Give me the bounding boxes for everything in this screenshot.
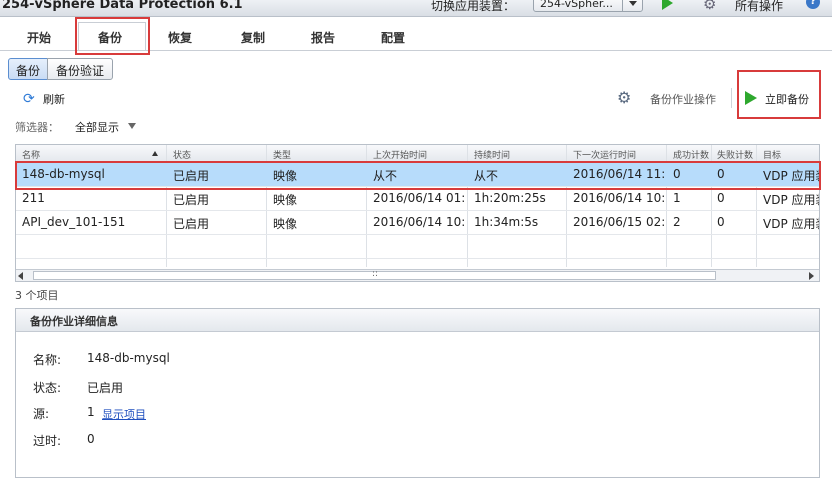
cell-last-start: 2016/06/14 10:4 [373,215,465,229]
details-title: 备份作业详细信息 [30,315,118,328]
select-divider [622,0,623,11]
subtab-verification-label: 备份验证 [55,64,104,78]
subtab-backup-label: 备份 [15,64,40,78]
sort-ascending-icon [152,151,158,156]
cell-type: 映像 [273,217,298,231]
help-icon[interactable]: ? [806,0,820,9]
cell-type: 映像 [273,193,298,207]
gear-icon[interactable]: ⚙ [703,0,716,13]
scroll-right-icon[interactable] [809,272,814,280]
cell-success-count: 2 [673,215,681,229]
item-count: 3 个项目 [15,289,59,302]
cell-failure-count: 0 [717,215,725,229]
scrollbar-grip: :: [372,269,379,279]
gear-icon[interactable]: ⚙ [617,88,631,107]
table-row[interactable]: API_dev_101-151 已启用 映像 2016/06/14 10:4 1… [16,211,819,235]
cell-failure-count: 0 [717,191,725,205]
cell-status: 已启用 [173,193,210,207]
detail-name-label: 名称: [33,353,62,367]
scrollbar-thumb[interactable]: :: [33,269,716,280]
app-title: 254-vSphere Data Protection 6.1 [2,0,243,12]
tab-reports[interactable]: 报告 [311,29,335,46]
filter-label: 筛选器： [15,121,59,134]
tab-configuration[interactable]: 配置 [381,29,405,46]
highlight-box-tab [75,17,150,55]
tab-start[interactable]: 开始 [27,29,51,46]
chevron-down-icon [629,1,637,6]
details-header: 备份作业详细信息 [16,309,819,332]
subtab-backup-verification[interactable]: 备份验证 [47,58,113,80]
cell-name: API_dev_101-151 [22,215,126,229]
detail-status-label: 状态: [33,381,62,395]
cell-name: 211 [22,191,45,205]
toolbar-divider [731,88,732,108]
detail-name-value: 148-db-mysql [87,351,170,365]
horizontal-scrollbar[interactable]: :: [16,269,819,281]
cell-target: VDP 应用装置 [763,217,819,231]
column-header-target[interactable]: 目标 [763,148,781,161]
column-header-next-run[interactable]: 下一次运行时间 [573,148,636,161]
highlight-box-backup-now [737,70,821,119]
table-row[interactable]: 211 已启用 映像 2016/06/14 01:0 1h:20m:25s 20… [16,187,819,211]
refresh-icon[interactable]: ⟳ [23,91,35,107]
filter-dropdown[interactable]: 全部显示 [75,119,119,135]
refresh-button[interactable]: 刷新 [43,91,65,107]
cell-last-start: 2016/06/14 01:0 [373,191,465,205]
cell-next-run: 2016/06/14 10:00 [573,191,665,205]
empty-row [16,235,819,259]
cell-duration: 1h:34m:5s [474,215,539,229]
cell-duration: 1h:20m:25s [474,191,546,205]
all-actions-menu[interactable]: 所有操作 [735,0,783,14]
column-header-last-start[interactable]: 上次开始时间 [373,148,427,161]
switch-appliance-label: 切换应用装置： [431,0,516,13]
column-header-duration[interactable]: 持续时间 [474,148,510,161]
title-bar: 254-vSphere Data Protection 6.1 切换应用装置： … [0,0,832,17]
detail-expired-value: 0 [87,432,95,446]
column-header-name[interactable]: 名称 [22,148,40,161]
subtab-backup[interactable]: 备份 [8,58,48,80]
column-header-type[interactable]: 类型 [273,148,291,161]
cell-status: 已启用 [173,217,210,231]
chevron-down-icon[interactable] [128,123,136,129]
column-header-success-count[interactable]: 成功计数 [673,148,711,161]
detail-expired-label: 过时: [33,434,62,448]
backup-job-actions-button[interactable]: 备份作业操作 [650,91,716,107]
cell-target: VDP 应用装置 [763,193,819,207]
appliance-select-value: 254-vSpher... [540,0,613,10]
appliance-select[interactable]: 254-vSpher... [533,0,643,12]
column-header-status[interactable]: 状态 [173,148,191,161]
tab-replication[interactable]: 复制 [241,29,265,46]
highlight-box-selected-row [15,161,821,190]
detail-source-label: 源: [33,407,50,421]
detail-source-value: 1 [87,405,95,419]
scroll-left-icon[interactable] [18,272,23,280]
play-icon[interactable] [662,0,673,10]
tab-restore[interactable]: 恢复 [168,29,192,46]
show-items-link[interactable]: 显示项目 [102,406,146,422]
cell-next-run: 2016/06/15 02:00 [573,215,665,229]
backup-job-details-panel: 备份作业详细信息 名称: 148-db-mysql 状态: 已启用 源: 1 显… [15,308,820,478]
column-header-failure-count[interactable]: 失败计数 [717,148,755,161]
detail-status-value: 已启用 [87,381,124,395]
cell-success-count: 1 [673,191,681,205]
